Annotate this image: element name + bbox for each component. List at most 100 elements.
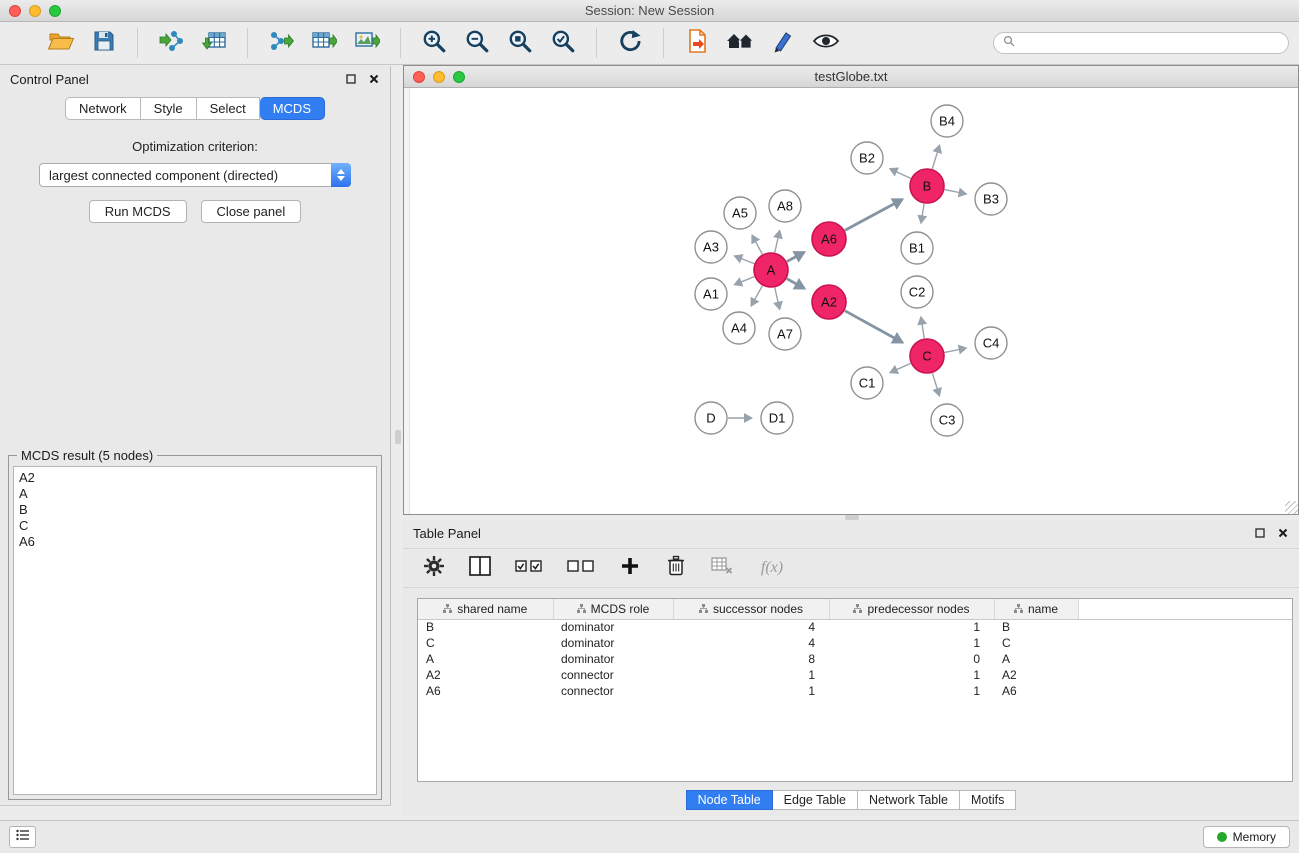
- graph-node-B3[interactable]: B3: [975, 183, 1007, 215]
- close-panel-icon[interactable]: [368, 73, 380, 85]
- window-resize-grip[interactable]: [1285, 501, 1298, 514]
- deselect-all-button[interactable]: [565, 555, 597, 581]
- function-builder-button[interactable]: f(x): [755, 555, 789, 581]
- table-row[interactable]: Adominator80A: [418, 651, 1292, 667]
- task-history-button[interactable]: [9, 826, 36, 848]
- float-table-panel-icon[interactable]: [1254, 527, 1266, 539]
- minimize-window-button[interactable]: [29, 5, 41, 17]
- graph-node-A2[interactable]: A2: [812, 285, 846, 319]
- export-network-button[interactable]: [262, 26, 300, 60]
- graph-node-A1[interactable]: A1: [695, 278, 727, 310]
- close-network-window-button[interactable]: [413, 71, 425, 83]
- graph-node-D[interactable]: D: [695, 402, 727, 434]
- export-table-button[interactable]: [305, 26, 343, 60]
- graph-edge-B-B2[interactable]: [890, 169, 911, 179]
- table-cell[interactable]: B: [994, 619, 1078, 635]
- tab-node-table[interactable]: Node Table: [686, 790, 773, 810]
- optimization-criterion-select[interactable]: largest connected component (directed): [39, 163, 351, 187]
- result-item[interactable]: A: [19, 486, 371, 502]
- table-cell[interactable]: A2: [994, 667, 1078, 683]
- run-mcds-button[interactable]: Run MCDS: [89, 200, 187, 223]
- show-details-button[interactable]: [807, 26, 845, 60]
- table-cell[interactable]: C: [994, 635, 1078, 651]
- table-row[interactable]: Bdominator41B: [418, 619, 1292, 635]
- close-table-panel-icon[interactable]: [1277, 527, 1289, 539]
- table-cell[interactable]: connector: [553, 667, 673, 683]
- graph-edge-A-A8[interactable]: [775, 230, 780, 252]
- first-neighbors-button[interactable]: [678, 26, 716, 60]
- result-item[interactable]: A6: [19, 534, 371, 550]
- graph-node-D1[interactable]: D1: [761, 402, 793, 434]
- graph-node-B[interactable]: B: [910, 169, 944, 203]
- search-input[interactable]: [1020, 36, 1279, 50]
- delete-rows-button[interactable]: [663, 555, 689, 581]
- graph-node-C3[interactable]: C3: [931, 404, 963, 436]
- show-columns-button[interactable]: [467, 555, 493, 581]
- table-cell[interactable]: A: [994, 651, 1078, 667]
- graph-edge-C-C3[interactable]: [932, 373, 939, 396]
- column-header-name[interactable]: name: [994, 599, 1078, 619]
- graph-node-C[interactable]: C: [910, 339, 944, 373]
- table-cell[interactable]: 1: [673, 683, 829, 699]
- column-header-successor-nodes[interactable]: successor nodes: [673, 599, 829, 619]
- close-window-button[interactable]: [9, 5, 21, 17]
- result-item[interactable]: A2: [19, 470, 371, 486]
- refresh-layout-button[interactable]: [611, 26, 649, 60]
- graph-node-A3[interactable]: A3: [695, 231, 727, 263]
- close-panel-button[interactable]: Close panel: [201, 200, 302, 223]
- table-cell[interactable]: A6: [994, 683, 1078, 699]
- select-all-button[interactable]: [513, 555, 545, 581]
- graph-edge-A-A1[interactable]: [734, 277, 754, 285]
- graph-edge-C-C1[interactable]: [890, 363, 911, 372]
- table-cell[interactable]: 1: [829, 635, 994, 651]
- table-settings-button[interactable]: [421, 555, 447, 581]
- table-cell[interactable]: 1: [829, 619, 994, 635]
- home-button[interactable]: [721, 26, 759, 60]
- graph-node-A7[interactable]: A7: [769, 318, 801, 350]
- graph-node-A6[interactable]: A6: [812, 222, 846, 256]
- tab-edge-table[interactable]: Edge Table: [773, 790, 858, 810]
- tab-select[interactable]: Select: [197, 97, 260, 120]
- save-session-button[interactable]: [85, 26, 123, 60]
- graph-node-A4[interactable]: A4: [723, 312, 755, 344]
- table-cell[interactable]: dominator: [553, 651, 673, 667]
- float-panel-icon[interactable]: [345, 73, 357, 85]
- graph-edge-A6-B[interactable]: [845, 199, 903, 230]
- tab-mcds[interactable]: MCDS: [260, 97, 325, 120]
- zoom-out-button[interactable]: [458, 26, 496, 60]
- graph-edge-A-A6[interactable]: [787, 252, 804, 261]
- graph-node-C1[interactable]: C1: [851, 367, 883, 399]
- graph-edge-A-A5[interactable]: [752, 235, 763, 254]
- table-cell[interactable]: A2: [418, 667, 553, 683]
- column-header-shared-name[interactable]: shared name: [418, 599, 553, 619]
- graph-edge-A2-C[interactable]: [845, 311, 903, 343]
- graph-edge-C-C4[interactable]: [945, 348, 967, 352]
- graph-node-C2[interactable]: C2: [901, 276, 933, 308]
- import-table-button[interactable]: [195, 26, 233, 60]
- graph-edge-B-B3[interactable]: [945, 190, 967, 194]
- tab-network-table[interactable]: Network Table: [858, 790, 960, 810]
- graph-edge-C-C2[interactable]: [921, 317, 924, 339]
- table-cell[interactable]: A6: [418, 683, 553, 699]
- result-item[interactable]: C: [19, 518, 371, 534]
- memory-button[interactable]: Memory: [1203, 826, 1290, 848]
- open-file-button[interactable]: [42, 26, 80, 60]
- minimize-network-window-button[interactable]: [433, 71, 445, 83]
- graph-edge-A-A4[interactable]: [751, 286, 762, 306]
- table-cell[interactable]: dominator: [553, 635, 673, 651]
- result-item[interactable]: B: [19, 502, 371, 518]
- table-row[interactable]: A2connector11A2: [418, 667, 1292, 683]
- graph-edge-A-A3[interactable]: [734, 256, 754, 264]
- table-cell[interactable]: A: [418, 651, 553, 667]
- zoom-fit-button[interactable]: [501, 26, 539, 60]
- table-cell[interactable]: dominator: [553, 619, 673, 635]
- column-header-MCDS-role[interactable]: MCDS role: [553, 599, 673, 619]
- zoom-in-button[interactable]: [415, 26, 453, 60]
- graph-node-A5[interactable]: A5: [724, 197, 756, 229]
- graph-node-B4[interactable]: B4: [931, 105, 963, 137]
- table-cell[interactable]: 1: [829, 667, 994, 683]
- graph-node-B2[interactable]: B2: [851, 142, 883, 174]
- network-graph[interactable]: B4B2BB3A5A8A6A3B1AC2A1A2A4A7C4CC1DD1C3: [404, 88, 1298, 515]
- import-network-button[interactable]: [152, 26, 190, 60]
- graph-edge-B-B1[interactable]: [921, 204, 924, 224]
